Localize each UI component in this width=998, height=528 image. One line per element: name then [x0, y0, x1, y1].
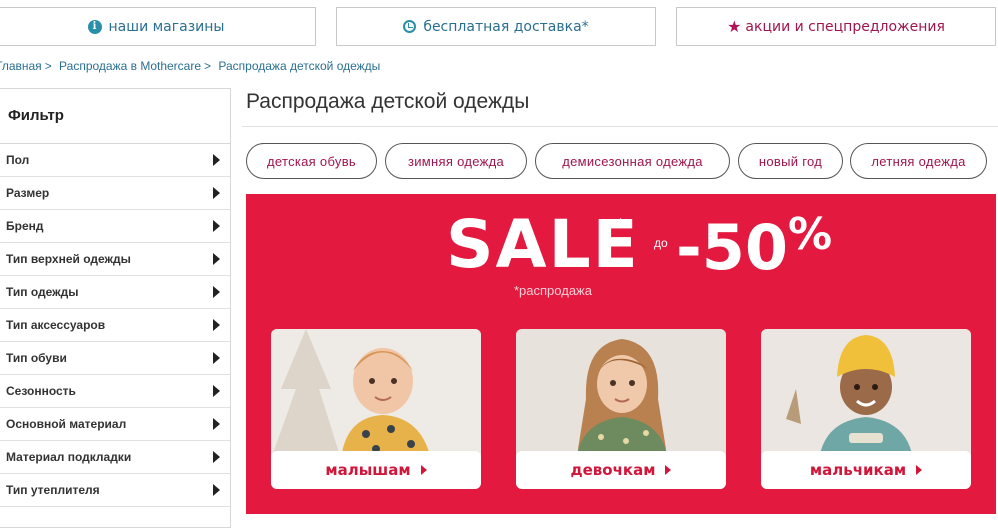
filter-item-label: Тип одежды — [6, 285, 79, 299]
girls-button[interactable]: девочкам — [516, 451, 726, 489]
breadcrumb-separator: > — [204, 59, 212, 73]
filter-item-size[interactable]: Размер — [0, 177, 230, 210]
chevron-right-icon — [213, 286, 220, 298]
title-divider — [242, 126, 998, 127]
breadcrumb-home[interactable]: Главная — [0, 59, 42, 73]
baby-photo — [271, 329, 481, 459]
chevron-right-icon — [213, 253, 220, 265]
filter-item-outerwear-type[interactable]: Тип верхней одежды — [0, 243, 230, 276]
info-icon: i — [87, 19, 102, 34]
girls-label: девочкам — [570, 461, 656, 479]
filter-item-label: Тип верхней одежды — [6, 252, 131, 266]
filter-item-label: Основной материал — [6, 417, 127, 431]
star-icon: ★ — [727, 17, 742, 36]
chevron-right-icon — [213, 154, 220, 166]
sale-headline: SALE — [446, 206, 640, 283]
filter-item-season[interactable]: Сезонность — [0, 375, 230, 408]
pill-new-year[interactable]: новый год — [738, 143, 843, 179]
clock-icon — [403, 20, 417, 33]
chevron-right-icon — [213, 220, 220, 232]
free-delivery-label: бесплатная доставка* — [423, 18, 589, 35]
sale-upto: до — [654, 236, 668, 250]
filter-item-label: Бренд — [6, 219, 44, 233]
our-stores-button[interactable]: i наши магазины — [0, 7, 316, 46]
chevron-right-icon — [213, 187, 220, 199]
chevron-right-icon — [420, 465, 427, 475]
promotions-button[interactable]: ★ акции и спецпредложения — [676, 7, 996, 46]
card-boys[interactable]: мальчикам — [761, 329, 971, 489]
filter-item-clothing-type[interactable]: Тип одежды — [0, 276, 230, 309]
pill-winter-clothes[interactable]: зимняя одежда — [385, 143, 527, 179]
boy-photo — [761, 329, 971, 459]
chevron-right-icon — [213, 451, 220, 463]
card-girls[interactable]: девочкам — [516, 329, 726, 489]
our-stores-label: наши магазины — [108, 18, 225, 35]
discount-value: -50 — [676, 211, 789, 284]
filter-item-label: Тип утеплителя — [6, 483, 100, 497]
sale-discount: -50% — [676, 213, 832, 279]
babies-label: малышам — [325, 461, 411, 479]
breadcrumb: Главная > Распродажа в Mothercare > Распро… — [0, 59, 380, 73]
pill-kids-shoes[interactable]: детская обувь — [246, 143, 377, 179]
sale-note: *распродажа — [514, 283, 592, 298]
page-title: Распродажа детской одежды — [246, 90, 530, 113]
breadcrumb-sale[interactable]: Распродажа в Mothercare — [59, 59, 201, 73]
chevron-right-icon — [213, 418, 220, 430]
chevron-right-icon — [213, 319, 220, 331]
filter-item-label: Тип аксессуаров — [6, 318, 106, 332]
discount-percent: % — [788, 209, 833, 260]
filter-item-label: Размер — [6, 186, 50, 200]
breadcrumb-separator: > — [44, 59, 52, 73]
free-delivery-button[interactable]: бесплатная доставка* — [336, 7, 656, 46]
chevron-right-icon — [916, 465, 923, 475]
boys-label: мальчикам — [809, 461, 907, 479]
chevron-right-icon — [665, 465, 672, 475]
girl-photo — [516, 329, 726, 459]
sale-banner[interactable]: SALE * до -50% *распродажа малышам девоч… — [246, 194, 996, 514]
breadcrumb-current[interactable]: Распродажа детской одежды — [218, 59, 380, 73]
filter-item-label: Сезонность — [6, 384, 76, 398]
filter-item-brand[interactable]: Бренд — [0, 210, 230, 243]
filter-item-label: Пол — [6, 153, 30, 167]
chevron-right-icon — [213, 352, 220, 364]
filter-item-lining-material[interactable]: Материал подкладки — [0, 441, 230, 474]
sale-asterisk: * — [615, 216, 626, 241]
babies-button[interactable]: малышам — [271, 451, 481, 489]
filter-item-insulation-type[interactable]: Тип утеплителя — [0, 474, 230, 507]
pill-summer-clothes[interactable]: летняя одежда — [850, 143, 987, 179]
chevron-right-icon — [213, 385, 220, 397]
filter-item-accessory-type[interactable]: Тип аксессуаров — [0, 309, 230, 342]
filter-item-label: Тип обуви — [6, 351, 67, 365]
filter-sidebar: Фильтр Пол Размер Бренд Тип верхней одеж… — [0, 88, 231, 528]
promotions-label: акции и спецпредложения — [745, 18, 945, 35]
card-babies[interactable]: малышам — [271, 329, 481, 489]
pill-demi-season[interactable]: демисезонная одежда — [535, 143, 730, 179]
filter-item-label: Материал подкладки — [6, 450, 132, 464]
filter-title: Фильтр — [0, 89, 230, 144]
filter-item-main-material[interactable]: Основной материал — [0, 408, 230, 441]
boys-button[interactable]: мальчикам — [761, 451, 971, 489]
filter-item-gender[interactable]: Пол — [0, 144, 230, 177]
top-info-bar: i наши магазины бесплатная доставка* ★ а… — [0, 7, 998, 47]
filter-item-shoe-type[interactable]: Тип обуви — [0, 342, 230, 375]
chevron-right-icon — [213, 484, 220, 496]
